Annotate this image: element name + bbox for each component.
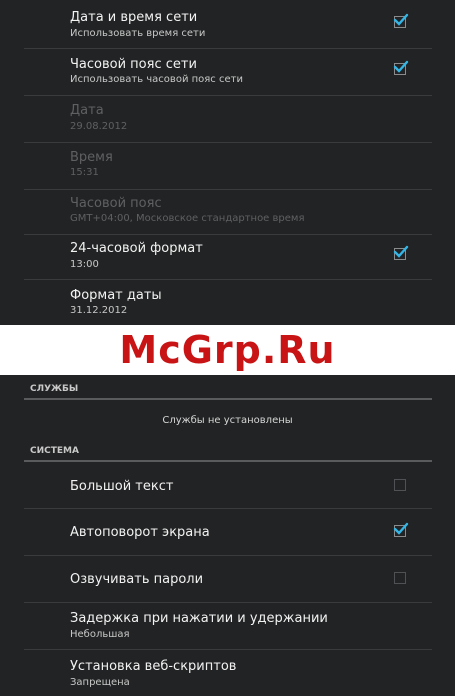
- speak-passwords-checkbox[interactable]: [394, 572, 406, 584]
- setting-subtitle: 31.12.2012: [70, 305, 128, 316]
- setting-title: Формат даты: [70, 288, 162, 303]
- setting-subtitle: Использовать часовой пояс сети: [70, 74, 243, 85]
- setting-auto-rotate[interactable]: Автоповорот экрана: [0, 509, 455, 555]
- setting-title: 24-часовой формат: [70, 241, 203, 256]
- setting-large-text[interactable]: Большой текст: [0, 463, 455, 507]
- checkmark-icon: [393, 245, 409, 258]
- setting-date-format[interactable]: Формат даты 31.12.2012: [0, 280, 455, 325]
- section-divider: [24, 460, 432, 462]
- auto-rotate-checkbox[interactable]: [393, 522, 409, 537]
- setting-date: Дата 29.08.2012: [0, 96, 455, 142]
- setting-touch-hold-delay[interactable]: Задержка при нажатии и удержании Небольш…: [0, 603, 455, 649]
- setting-web-scripts[interactable]: Установка веб-скриптов Запрещена: [0, 650, 455, 696]
- accessibility-settings-panel: СЛУЖБЫ Службы не установлены СИСТЕМА Бол…: [0, 375, 455, 696]
- large-text-checkbox[interactable]: [394, 479, 406, 491]
- setting-title: Установка веб-скриптов: [70, 659, 237, 674]
- setting-title: Дата: [70, 103, 104, 118]
- section-divider: [24, 398, 432, 400]
- setting-title: Задержка при нажатии и удержании: [70, 611, 328, 626]
- setting-speak-passwords[interactable]: Озвучивать пароли: [0, 556, 455, 602]
- services-empty-message: Службы не установлены: [162, 415, 293, 426]
- checkmark-icon: [393, 60, 409, 73]
- setting-title: Дата и время сети: [70, 10, 198, 25]
- date-time-settings-panel: Дата и время сети Использовать время сет…: [0, 0, 455, 325]
- watermark-logo: McGrp.Ru: [119, 328, 336, 372]
- setting-24-hour-format[interactable]: 24-часовой формат 13:00: [0, 235, 455, 279]
- setting-subtitle: 29.08.2012: [70, 121, 128, 132]
- 24-hour-format-checkbox[interactable]: [393, 245, 409, 260]
- setting-title: Время: [70, 150, 113, 165]
- section-header-system: СИСТЕМА: [30, 446, 79, 456]
- setting-title: Большой текст: [70, 479, 174, 494]
- setting-network-time[interactable]: Дата и время сети Использовать время сет…: [0, 0, 455, 48]
- setting-subtitle: Запрещена: [70, 677, 130, 688]
- network-timezone-checkbox[interactable]: [393, 60, 409, 75]
- setting-title: Часовой пояс сети: [70, 57, 197, 72]
- setting-network-timezone[interactable]: Часовой пояс сети Использовать часовой п…: [0, 49, 455, 95]
- setting-title: Часовой пояс: [70, 196, 162, 211]
- setting-subtitle: 13:00: [70, 259, 99, 270]
- setting-subtitle: Использовать время сети: [70, 28, 206, 39]
- network-time-checkbox[interactable]: [393, 13, 409, 28]
- setting-timezone: Часовой пояс GMT+04:00, Московское станд…: [0, 190, 455, 234]
- setting-time: Время 15:31: [0, 143, 455, 189]
- setting-subtitle: GMT+04:00, Московское стандартное время: [70, 213, 305, 224]
- setting-subtitle: Небольшая: [70, 629, 130, 640]
- setting-subtitle: 15:31: [70, 167, 99, 178]
- checkmark-icon: [393, 522, 409, 535]
- setting-title: Озвучивать пароли: [70, 572, 204, 587]
- checkmark-icon: [393, 13, 409, 26]
- setting-title: Автоповорот экрана: [70, 525, 210, 540]
- section-header-services: СЛУЖБЫ: [30, 384, 79, 394]
